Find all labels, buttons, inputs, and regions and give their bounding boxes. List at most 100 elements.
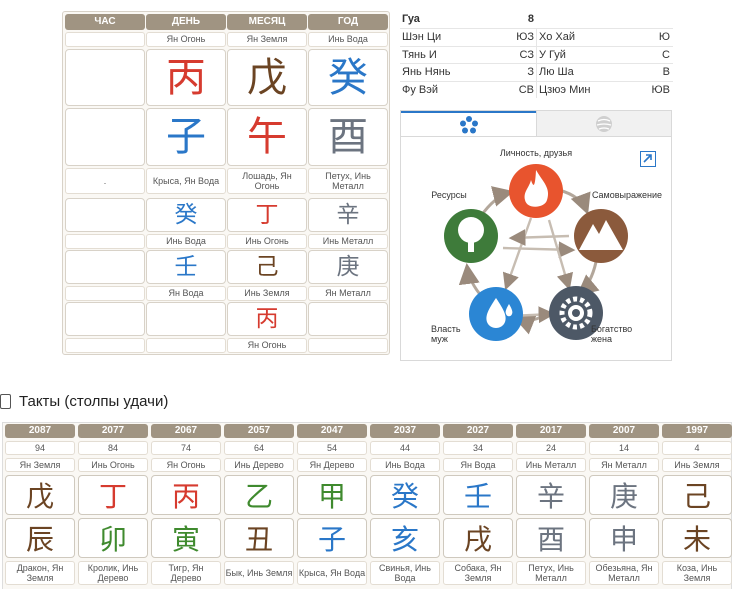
hidden-stem-cell[interactable]	[146, 302, 226, 336]
hidden-stem-cell[interactable]: 丙	[227, 302, 307, 336]
luck-pillars-checkbox[interactable]	[0, 394, 11, 409]
direction-value: С	[662, 48, 670, 61]
luck-branch-cell[interactable]: 未	[662, 518, 732, 558]
branch-char: 子	[166, 114, 206, 160]
luck-branch-label: Крыса, Ян Вода	[297, 561, 367, 585]
gua-label: Гуа	[402, 13, 420, 25]
luck-branch-cell[interactable]: 酉	[516, 518, 586, 558]
branch-cell[interactable]: 午	[227, 108, 307, 166]
tab-elements-globe[interactable]	[536, 111, 671, 136]
luck-stem-char: 己	[682, 480, 711, 513]
luck-stem-cell[interactable]: 庚	[589, 475, 659, 515]
luck-branch-cell[interactable]: 丑	[224, 518, 294, 558]
luck-stem-cell[interactable]: 甲	[297, 475, 367, 515]
luck-branch-char: 子	[317, 523, 346, 556]
luck-year: 2027	[443, 424, 513, 438]
hidden-stem-cell[interactable]	[65, 302, 145, 336]
luck-stem-cell[interactable]: 己	[662, 475, 732, 515]
hidden-stem-cell[interactable]	[308, 302, 388, 336]
tab-elements-diagram[interactable]	[401, 111, 536, 136]
hidden-stem-cell[interactable]	[65, 250, 145, 284]
luck-stem-char: 庚	[609, 480, 638, 513]
luck-stem-label: Инь Огонь	[78, 458, 148, 472]
fire-icon[interactable]	[509, 164, 563, 218]
luck-stem-cell[interactable]: 丙	[151, 475, 221, 515]
luck-stem-cell[interactable]: 辛	[516, 475, 586, 515]
hidden-stem-label	[65, 234, 145, 249]
luck-branch-cell[interactable]: 戌	[443, 518, 513, 558]
luck-branch-cell[interactable]: 申	[589, 518, 659, 558]
direction-name: Шэн Ци	[402, 31, 442, 44]
hidden-stem-cell[interactable]: 丁	[227, 198, 307, 232]
luck-branch-cell[interactable]: 辰	[5, 518, 75, 558]
luck-age: 74	[151, 441, 221, 455]
gua-value: 8	[527, 13, 534, 25]
gua-info-table: Гуа 8 Шэн Ци ЮЗ Хо Хай Ю Тянь И СЗ У Гуй С Ян…	[400, 10, 673, 98]
direction-row: Фу Вэй СВ Цзюэ Мин ЮВ	[400, 80, 673, 98]
luck-branch-label: Собака, Ян Земля	[443, 561, 513, 585]
luck-stem-cell[interactable]: 戊	[5, 475, 75, 515]
hidden-stem-label: Инь Земля	[227, 286, 307, 301]
stem-label: Ян Земля	[227, 32, 307, 47]
luck-stem-cell[interactable]: 壬	[443, 475, 513, 515]
luck-age: 64	[224, 441, 294, 455]
luck-stem-cell[interactable]: 乙	[224, 475, 294, 515]
water-drops-icon[interactable]	[469, 287, 523, 341]
stem-cell[interactable]: 丙	[146, 49, 226, 106]
luck-pillars-heading: Такты (столпы удачи)	[0, 393, 168, 410]
direction-value: В	[662, 66, 670, 79]
luck-branch-cell[interactable]: 子	[297, 518, 367, 558]
luck-branch-char: 申	[609, 523, 638, 556]
luck-year: 2037	[370, 424, 440, 438]
luck-stem-char: 壬	[463, 480, 492, 513]
hidden-stem-cell[interactable]: 辛	[308, 198, 388, 232]
branch-cell[interactable]: 子	[146, 108, 226, 166]
luck-year: 2017	[516, 424, 586, 438]
luck-stem-label: Инь Вода	[370, 458, 440, 472]
direction-name: Хо Хай	[539, 31, 575, 44]
luck-branch-cell[interactable]: 亥	[370, 518, 440, 558]
luck-branch-char: 卯	[98, 523, 127, 556]
stem-cell[interactable]: 癸	[308, 49, 388, 106]
luck-branch-label: Бык, Инь Земля	[224, 561, 294, 585]
stem-label	[65, 32, 145, 47]
direction-name: Лю Ша	[539, 66, 574, 79]
luck-stem-label: Инь Земля	[662, 458, 732, 472]
direction-name: Янь Нянь	[402, 66, 451, 79]
hidden-stem-cell[interactable]: 庚	[308, 250, 388, 284]
tree-icon[interactable]	[444, 209, 498, 263]
luck-stem-char: 辛	[536, 480, 565, 513]
luck-branch-cell[interactable]: 寅	[151, 518, 221, 558]
stem-label: Инь Вода	[308, 32, 388, 47]
luck-branch-label: Свинья, Инь Вода	[370, 561, 440, 585]
luck-year: 2087	[5, 424, 75, 438]
luck-age: 34	[443, 441, 513, 455]
hidden-stem-cell[interactable]: 壬	[146, 250, 226, 284]
direction-row: Шэн Ци ЮЗ Хо Хай Ю	[400, 28, 673, 46]
globe-icon	[596, 115, 612, 132]
branch-cell[interactable]: 酉	[308, 108, 388, 166]
luck-branch-label: Обезьяна, Ян Металл	[589, 561, 659, 585]
luck-stem-cell[interactable]: 丁	[78, 475, 148, 515]
branch-cell[interactable]	[65, 108, 145, 166]
hidden-stem-cell[interactable]	[65, 198, 145, 232]
hidden-stem-label: Ян Вода	[146, 286, 226, 301]
luck-branch-cell[interactable]: 卯	[78, 518, 148, 558]
luck-branch-label: Коза, Инь Земля	[662, 561, 732, 585]
luck-pillars-table: 2087 94 Ян Земля 戊辰 Дракон, Ян Земля 2077 84 Ин…	[2, 422, 732, 589]
mountain-icon[interactable]	[574, 209, 628, 263]
stem-cell[interactable]	[65, 49, 145, 106]
pillar-header: ГОД	[308, 14, 388, 30]
luck-age: 54	[297, 441, 367, 455]
luck-branch-char: 戌	[463, 523, 492, 556]
five-elements-diagram: Личность, друзья Самовыражение Ресурсы Б…	[431, 148, 662, 344]
stem-char: 戊	[247, 54, 287, 101]
hidden-stem-cell[interactable]: 癸	[146, 198, 226, 232]
luck-stem-cell[interactable]: 癸	[370, 475, 440, 515]
luck-branch-char: 寅	[171, 523, 200, 556]
stem-char: 癸	[328, 54, 368, 101]
stem-cell[interactable]: 戊	[227, 49, 307, 106]
luck-age: 84	[78, 441, 148, 455]
direction-name: У Гуй	[539, 48, 566, 61]
hidden-stem-cell[interactable]: 己	[227, 250, 307, 284]
